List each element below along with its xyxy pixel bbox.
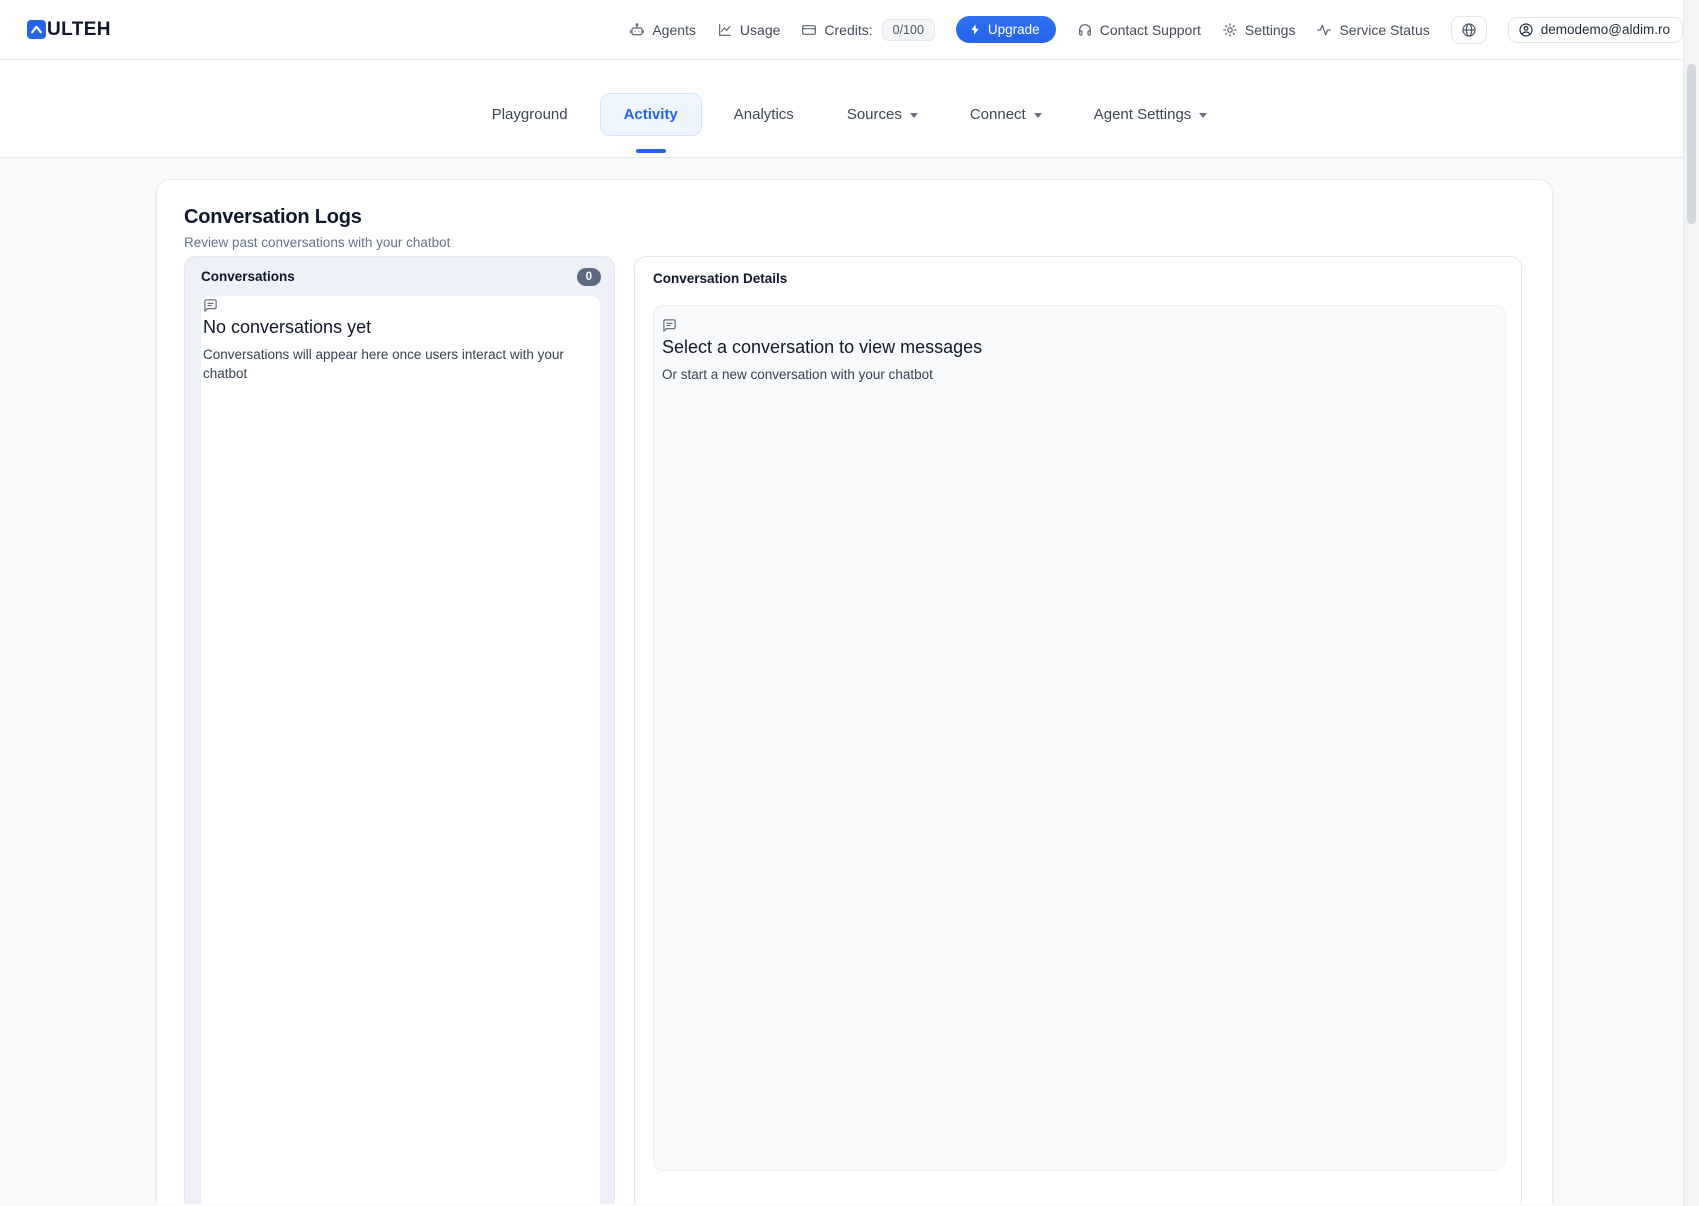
tab-playground[interactable]: Playground bbox=[492, 106, 568, 123]
nav-contact-support-label: Contact Support bbox=[1100, 22, 1201, 38]
top-bar: ULTEH Agents Usage Credits: 0/100 bbox=[0, 0, 1699, 60]
tab-activity[interactable]: Activity bbox=[600, 93, 702, 136]
account-email: demodemo@aldim.ro bbox=[1541, 22, 1670, 37]
conversation-details-empty-state: Select a conversation to view messages O… bbox=[653, 305, 1506, 1171]
tab-connect[interactable]: Connect bbox=[970, 106, 1042, 123]
conversations-list[interactable]: No conversations yet Conversations will … bbox=[201, 296, 600, 1204]
tab-analytics[interactable]: Analytics bbox=[734, 106, 794, 123]
gear-icon bbox=[1222, 22, 1238, 38]
nav-usage-label: Usage bbox=[740, 22, 780, 38]
page-scrollbar-thumb[interactable] bbox=[1687, 64, 1696, 224]
tab-agent-settings[interactable]: Agent Settings bbox=[1094, 106, 1208, 123]
globe-icon bbox=[1461, 22, 1477, 38]
nav-settings[interactable]: Settings bbox=[1222, 22, 1296, 38]
chevron-down-icon bbox=[1034, 113, 1042, 118]
tab-agent-settings-label: Agent Settings bbox=[1094, 106, 1192, 123]
nav-credits[interactable]: Credits: 0/100 bbox=[801, 19, 935, 41]
credit-card-icon bbox=[801, 22, 817, 38]
conversation-details-header: Conversation Details bbox=[635, 257, 1521, 288]
nav-agents-label: Agents bbox=[652, 22, 696, 38]
conversations-panel-title: Conversations bbox=[201, 269, 295, 284]
nav-contact-support[interactable]: Contact Support bbox=[1077, 22, 1201, 38]
page-subtitle: Review past conversations with your chat… bbox=[184, 235, 1522, 250]
language-button[interactable] bbox=[1451, 16, 1487, 44]
details-empty-title: Select a conversation to view messages bbox=[662, 337, 1497, 358]
headset-icon bbox=[1077, 22, 1093, 38]
credits-value-pill: 0/100 bbox=[882, 19, 935, 41]
chevron-down-icon bbox=[1199, 113, 1207, 118]
page-scrollbar-track bbox=[1683, 0, 1699, 1206]
conversations-empty-title: No conversations yet bbox=[203, 317, 598, 338]
conversations-panel: Conversations 0 No conversations yet Con… bbox=[184, 256, 615, 1204]
conversations-empty-description: Conversations will appear here once user… bbox=[203, 345, 598, 383]
conversation-logs-card: Conversation Logs Review past conversati… bbox=[156, 179, 1553, 1204]
bot-icon bbox=[629, 22, 645, 38]
nav-service-status-label: Service Status bbox=[1339, 22, 1429, 38]
tab-sources[interactable]: Sources bbox=[847, 106, 918, 123]
top-nav: Agents Usage Credits: 0/100 Upgrade bbox=[629, 16, 1683, 44]
brand-logo[interactable]: ULTEH bbox=[27, 19, 111, 41]
nav-usage[interactable]: Usage bbox=[717, 22, 780, 38]
conversations-count-badge: 0 bbox=[577, 268, 601, 286]
upgrade-button[interactable]: Upgrade bbox=[956, 16, 1056, 43]
line-chart-icon bbox=[717, 22, 733, 38]
details-empty-description: Or start a new conversation with your ch… bbox=[662, 365, 1497, 384]
chevron-down-icon bbox=[910, 113, 918, 118]
pulse-icon bbox=[1316, 22, 1332, 38]
tab-connect-label: Connect bbox=[970, 106, 1026, 123]
conversation-details-panel: Conversation Details Select a conversati… bbox=[634, 256, 1522, 1204]
nav-agents[interactable]: Agents bbox=[629, 22, 696, 38]
bolt-icon bbox=[969, 23, 981, 36]
message-square-icon bbox=[662, 318, 1497, 333]
agent-tab-bar: Playground Activity Analytics Sources Co… bbox=[0, 60, 1699, 158]
page-title: Conversation Logs bbox=[184, 204, 1522, 230]
conversation-details-title: Conversation Details bbox=[653, 271, 787, 286]
nav-credits-label: Credits: bbox=[824, 22, 872, 38]
brand-name: ULTEH bbox=[47, 19, 111, 41]
tab-sources-label: Sources bbox=[847, 106, 902, 123]
nav-settings-label: Settings bbox=[1245, 22, 1296, 38]
account-button[interactable]: demodemo@aldim.ro bbox=[1508, 17, 1683, 43]
conversations-panel-header: Conversations 0 bbox=[185, 257, 614, 296]
panels-row: Conversations 0 No conversations yet Con… bbox=[184, 256, 1522, 1204]
user-circle-icon bbox=[1518, 22, 1534, 38]
upgrade-label: Upgrade bbox=[988, 22, 1040, 37]
nav-service-status[interactable]: Service Status bbox=[1316, 22, 1429, 38]
message-square-icon bbox=[203, 298, 598, 313]
brand-logo-icon bbox=[27, 20, 46, 39]
main-content: Conversation Logs Review past conversati… bbox=[0, 158, 1699, 1204]
